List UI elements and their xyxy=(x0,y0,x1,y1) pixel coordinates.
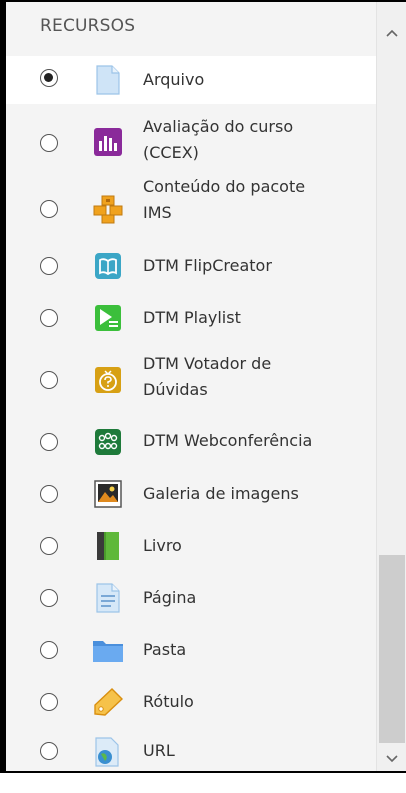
chevron-down-icon xyxy=(386,748,398,767)
page-icon xyxy=(92,582,124,614)
radio-button[interactable] xyxy=(40,257,58,275)
list-item-dtm-playlist[interactable]: DTM Playlist xyxy=(6,292,376,344)
radio-button[interactable] xyxy=(40,371,58,389)
list-item-pagina[interactable]: Página xyxy=(6,572,376,624)
list-item-pacote-ims[interactable]: Conteúdo do pacote IMS xyxy=(6,176,376,240)
list-item-dtm-flipcreator[interactable]: DTM FlipCreator xyxy=(6,240,376,292)
item-label: DTM Votador de Dúvidas xyxy=(143,354,272,399)
list-item-rotulo[interactable]: Rótulo xyxy=(6,676,376,728)
url-globe-icon xyxy=(92,736,124,768)
chevron-up-icon xyxy=(386,22,398,41)
list-item-galeria-imagens[interactable]: Galeria de imagens xyxy=(6,468,376,520)
item-label: Página xyxy=(143,588,197,607)
resources-list-panel: RECURSOS Arquivo Avaliação do curso (CCE… xyxy=(6,2,376,771)
playlist-icon xyxy=(92,302,124,334)
file-icon xyxy=(92,64,124,96)
scrollbar-thumb[interactable] xyxy=(379,555,405,743)
radio-button[interactable] xyxy=(40,134,58,152)
radio-button[interactable] xyxy=(40,69,58,87)
radio-button[interactable] xyxy=(40,433,58,451)
webconference-icon xyxy=(92,426,124,458)
book-icon xyxy=(92,530,124,562)
ims-package-icon xyxy=(92,193,124,225)
list-item-dtm-webconferencia[interactable]: DTM Webconferência xyxy=(6,414,376,468)
list-item-url[interactable]: URL xyxy=(6,728,376,771)
list-item-dtm-votador[interactable]: DTM Votador de Dúvidas xyxy=(6,344,376,414)
section-title: RECURSOS xyxy=(40,16,136,36)
activity-chooser: RECURSOS Arquivo Avaliação do curso (CCE… xyxy=(0,0,406,793)
flipbook-icon xyxy=(92,250,124,282)
item-label: Livro xyxy=(143,536,182,555)
radio-button[interactable] xyxy=(40,200,58,218)
item-label: Rótulo xyxy=(143,692,194,711)
item-label: DTM Playlist xyxy=(143,308,241,327)
item-label: DTM FlipCreator xyxy=(143,256,272,275)
label-tag-icon xyxy=(92,686,124,718)
item-label: URL xyxy=(143,741,175,760)
radio-button[interactable] xyxy=(40,309,58,327)
list-item-avaliacao-curso[interactable]: Avaliação do curso (CCEX) xyxy=(6,104,376,176)
list-item-livro[interactable]: Livro xyxy=(6,520,376,572)
radio-button[interactable] xyxy=(40,693,58,711)
survey-chart-icon xyxy=(92,126,124,158)
item-label: Pasta xyxy=(143,640,187,659)
list-item-pasta[interactable]: Pasta xyxy=(6,624,376,676)
radio-button[interactable] xyxy=(40,485,58,503)
radio-button[interactable] xyxy=(40,641,58,659)
scroll-down-button[interactable] xyxy=(377,743,406,771)
item-label: Arquivo xyxy=(143,70,205,89)
scrollbar[interactable] xyxy=(376,2,406,771)
folder-icon xyxy=(92,634,124,666)
radio-button[interactable] xyxy=(40,589,58,607)
item-label: Conteúdo do pacote IMS xyxy=(143,177,306,222)
question-voter-icon xyxy=(92,364,124,396)
item-label: Avaliação do curso (CCEX) xyxy=(143,117,294,162)
item-label: Galeria de imagens xyxy=(143,484,299,503)
bottom-border xyxy=(0,771,406,773)
image-gallery-icon xyxy=(92,478,124,510)
list-item-arquivo[interactable]: Arquivo xyxy=(6,56,376,104)
radio-button[interactable] xyxy=(40,742,58,760)
scroll-up-button[interactable] xyxy=(377,2,406,60)
radio-button[interactable] xyxy=(40,537,58,555)
item-label: DTM Webconferência xyxy=(143,431,313,450)
